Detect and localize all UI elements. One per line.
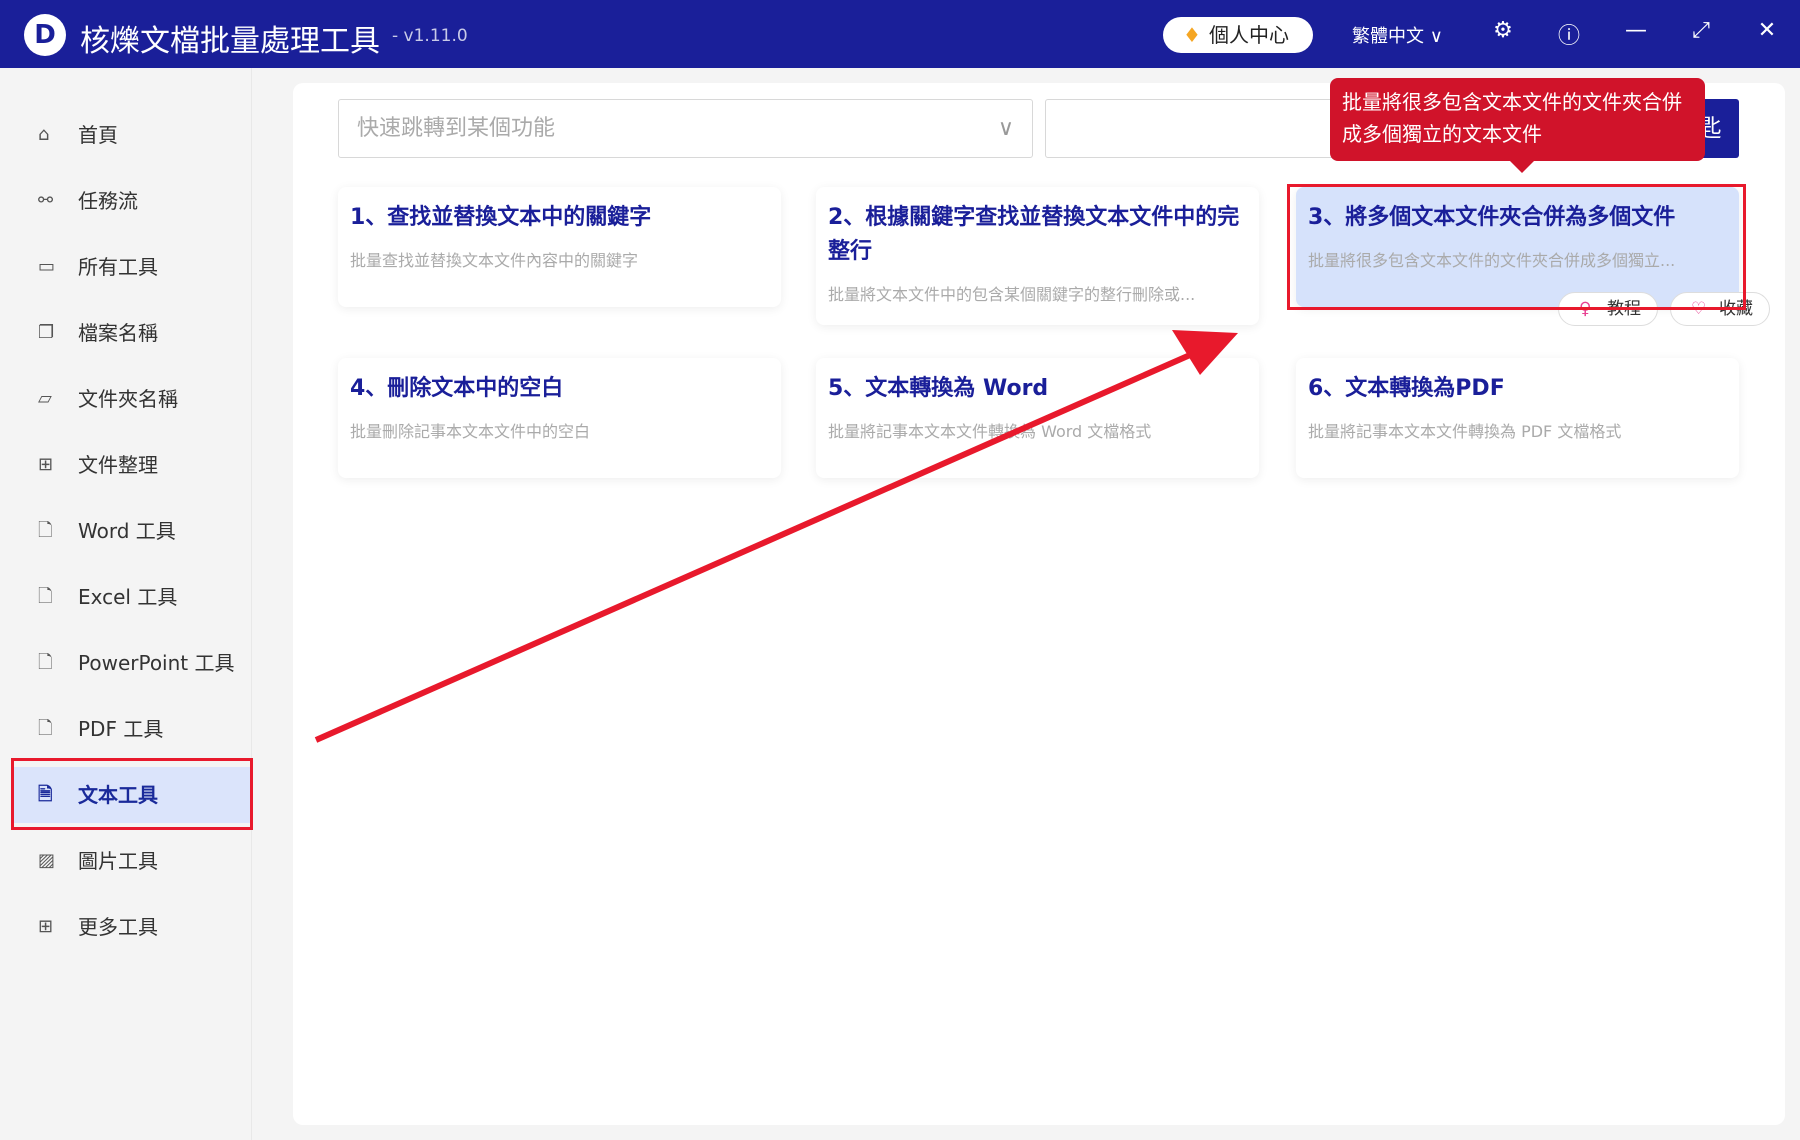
annotation-arrow bbox=[314, 330, 1238, 743]
